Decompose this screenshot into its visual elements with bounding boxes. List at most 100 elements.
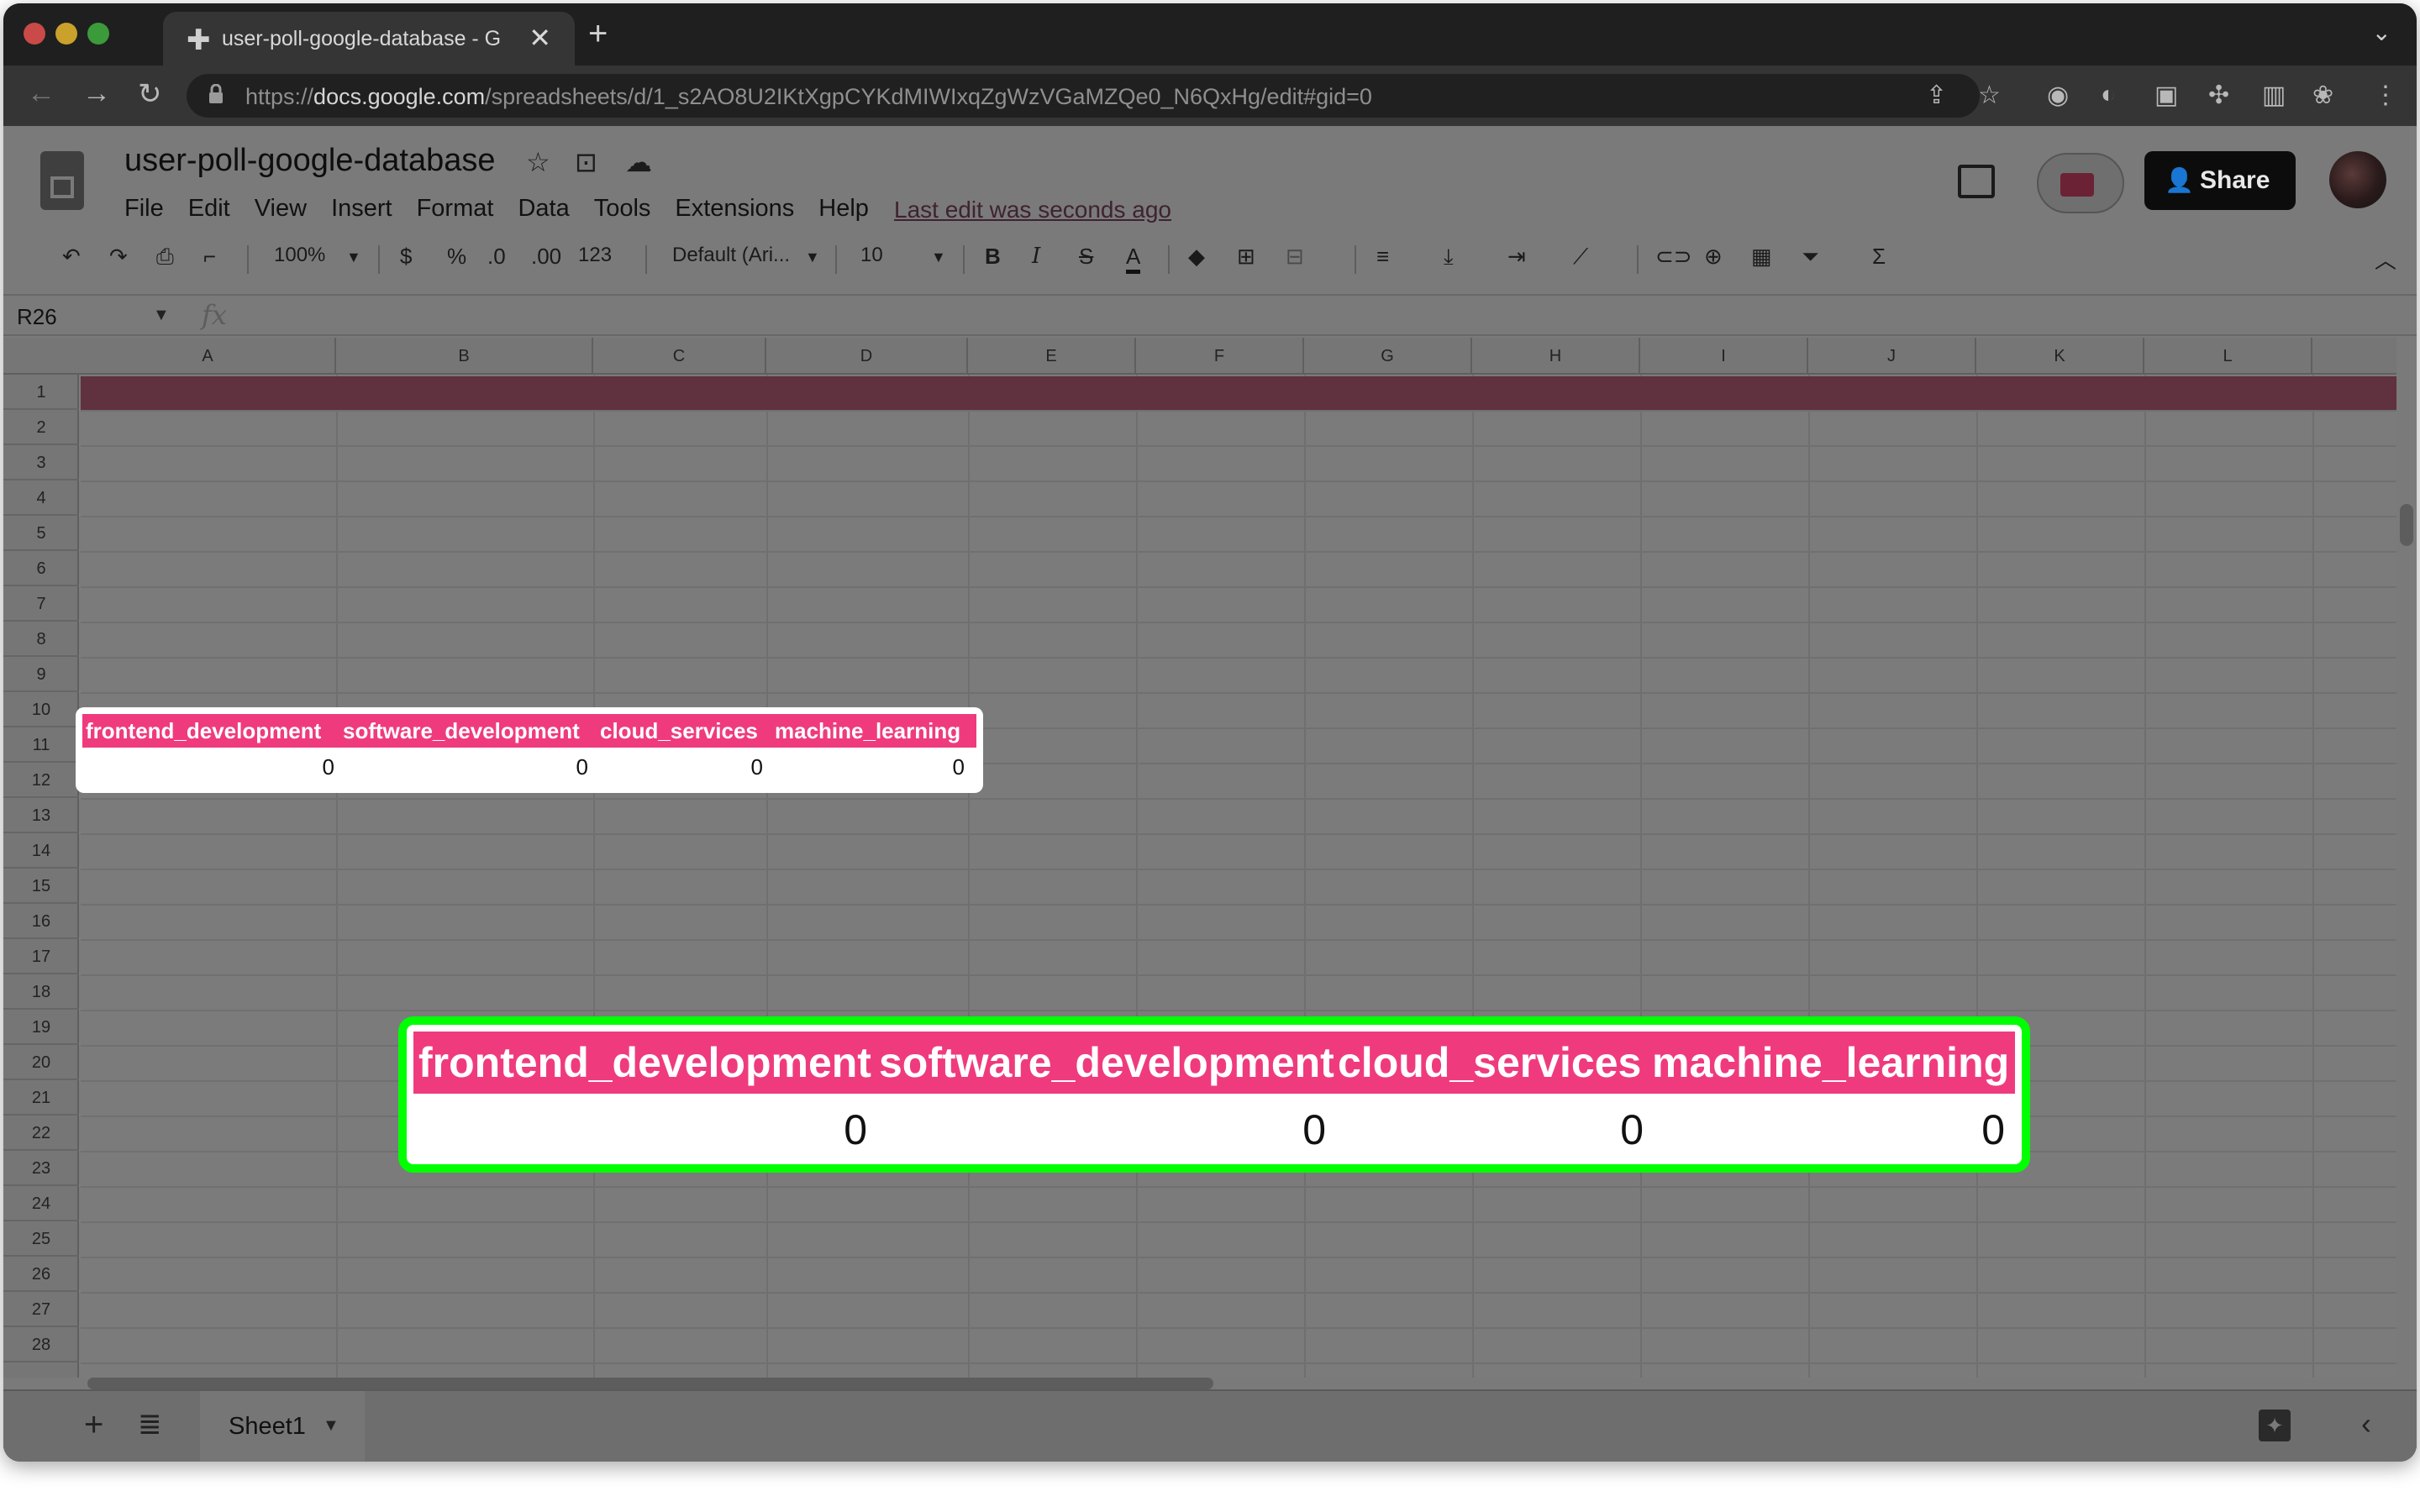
fill-color-icon[interactable]: ◆ (1188, 244, 1205, 270)
row-header-15[interactable]: 15 (3, 869, 79, 904)
bold-button[interactable]: B (985, 244, 1001, 270)
row-header-18[interactable]: 18 (3, 974, 79, 1010)
menu-data[interactable]: Data (518, 195, 569, 223)
filter-icon[interactable]: ⏷ (1802, 244, 1819, 270)
strikethrough-button[interactable]: S (1079, 244, 1093, 270)
font-size-caret-icon[interactable]: ▼ (931, 249, 946, 266)
vertical-align-icon[interactable]: ⤓ (1444, 244, 1454, 270)
insert-chart-icon[interactable]: ▦ (1751, 244, 1772, 270)
close-window-button[interactable] (24, 23, 45, 45)
bookmark-star-icon[interactable]: ☆ (1978, 81, 2001, 110)
text-color-button[interactable]: A (1126, 244, 1141, 274)
column-header-g[interactable]: G (1304, 338, 1472, 375)
row-header-25[interactable]: 25 (3, 1221, 79, 1257)
back-arrow-icon[interactable]: ← (27, 77, 55, 110)
star-icon[interactable]: ☆ (526, 146, 550, 178)
paint-format-icon[interactable]: ⌐ (203, 244, 216, 270)
reload-icon[interactable]: ↻ (138, 77, 162, 111)
decrease-decimal-button[interactable]: .0 (487, 244, 506, 270)
sync-extension-icon[interactable]: ◐ (2101, 81, 2116, 109)
minimize-window-button[interactable] (55, 23, 77, 45)
row-header-7[interactable]: 7 (3, 586, 79, 622)
row-header-23[interactable]: 23 (3, 1151, 79, 1186)
menu-extensions[interactable]: Extensions (675, 195, 794, 223)
sheet-tab[interactable]: Sheet1 ▼ (200, 1391, 365, 1462)
row-header-19[interactable]: 19 (3, 1010, 79, 1045)
row-header-6[interactable]: 6 (3, 551, 79, 586)
tab-close-icon[interactable]: ✕ (529, 22, 551, 54)
font-size-select[interactable]: 10 (860, 244, 883, 267)
menu-insert[interactable]: Insert (331, 195, 392, 223)
redo-icon[interactable]: ↷ (109, 244, 128, 270)
row-header-28[interactable]: 28 (3, 1327, 79, 1362)
row-header-2[interactable]: 2 (3, 410, 79, 445)
column-header-a[interactable]: A (81, 338, 336, 375)
row-header-13[interactable]: 13 (3, 798, 79, 833)
undo-icon[interactable]: ↶ (62, 244, 81, 270)
side-panel-icon[interactable]: ▥ (2262, 81, 2286, 110)
browser-tab[interactable]: ✚ user-poll-google-database - G ✕ (163, 12, 575, 66)
meet-button[interactable] (2037, 153, 2124, 213)
row-header-5[interactable]: 5 (3, 516, 79, 551)
column-header-l[interactable]: L (2144, 338, 2312, 375)
italic-button[interactable]: I (1032, 244, 1040, 269)
collapse-side-panel-chevron-icon[interactable]: ‹ (2361, 1406, 2371, 1441)
header-cell-d1[interactable]: machine_learning (775, 714, 960, 748)
row-header-17[interactable]: 17 (3, 939, 79, 974)
row-header-10[interactable]: 10 (3, 692, 79, 727)
sheet-tab-caret-icon[interactable]: ▼ (323, 1416, 339, 1436)
move-folder-icon[interactable]: ⊡ (575, 146, 597, 178)
merge-cells-icon[interactable]: ⊟ (1286, 244, 1304, 270)
column-header-h[interactable]: H (1472, 338, 1640, 375)
row-header-3[interactable]: 3 (3, 445, 79, 480)
vertical-scrollbar[interactable] (2400, 504, 2413, 546)
column-header-c[interactable]: C (593, 338, 766, 375)
row-header-24[interactable]: 24 (3, 1186, 79, 1221)
highlighted-range[interactable]: frontend_development software_developmen… (76, 707, 983, 793)
explore-icon[interactable]: ✦ (2259, 1410, 2291, 1441)
row-header-21[interactable]: 21 (3, 1080, 79, 1116)
share-page-icon[interactable]: ⇪ (1926, 81, 1947, 110)
functions-sigma-icon[interactable]: Σ (1872, 244, 1886, 270)
avatar[interactable] (2329, 151, 2386, 208)
percent-format-button[interactable]: % (447, 244, 466, 270)
insert-comment-icon[interactable]: ⊕ (1704, 244, 1723, 270)
row-header-12[interactable]: 12 (3, 763, 79, 798)
row-header-20[interactable]: 20 (3, 1045, 79, 1080)
font-caret-icon[interactable]: ▼ (805, 249, 820, 266)
column-header-f[interactable]: F (1136, 338, 1304, 375)
browser-menu-icon[interactable]: ⋮ (2373, 81, 2398, 110)
horizontal-align-icon[interactable]: ≡ (1376, 244, 1389, 270)
row-header-11[interactable]: 11 (3, 727, 79, 763)
value-cell-d2[interactable]: 0 (768, 749, 965, 785)
column-header-j[interactable]: J (1808, 338, 1976, 375)
menu-format[interactable]: Format (417, 195, 494, 223)
profile-icon[interactable]: ❀ (2312, 81, 2333, 110)
row-header-26[interactable]: 26 (3, 1257, 79, 1292)
row-header-22[interactable]: 22 (3, 1116, 79, 1151)
more-formats-button[interactable]: 123 (578, 244, 612, 267)
value-cell-b2[interactable]: 0 (336, 749, 588, 785)
row-header-16[interactable]: 16 (3, 904, 79, 939)
row-header-8[interactable]: 8 (3, 622, 79, 657)
zoom-select[interactable]: 100% (274, 244, 325, 267)
column-header-d[interactable]: D (766, 338, 968, 375)
header-cell-c1[interactable]: cloud_services (600, 714, 758, 748)
horizontal-scrollbar[interactable] (87, 1378, 1213, 1389)
column-header-k[interactable]: K (1976, 338, 2144, 375)
menu-file[interactable]: File (124, 195, 164, 223)
name-box-caret-icon[interactable]: ▼ (153, 306, 170, 325)
new-tab-button[interactable]: + (588, 15, 608, 53)
value-cell-c2[interactable]: 0 (593, 749, 763, 785)
increase-decimal-button[interactable]: .00 (531, 244, 561, 270)
row-header-14[interactable]: 14 (3, 833, 79, 869)
extensions-puzzle-icon[interactable]: ✣ (2208, 81, 2229, 110)
translate-extension-icon[interactable]: ▣ (2154, 81, 2178, 110)
column-header-i[interactable]: I (1640, 338, 1808, 375)
row-header-4[interactable]: 4 (3, 480, 79, 516)
tab-search-chevron-icon[interactable]: ⌄ (2372, 18, 2391, 46)
extension-badge-icon[interactable]: ◉ (2047, 81, 2069, 110)
menu-edit[interactable]: Edit (188, 195, 230, 223)
currency-format-button[interactable]: $ (400, 244, 412, 270)
menu-tools[interactable]: Tools (594, 195, 651, 223)
